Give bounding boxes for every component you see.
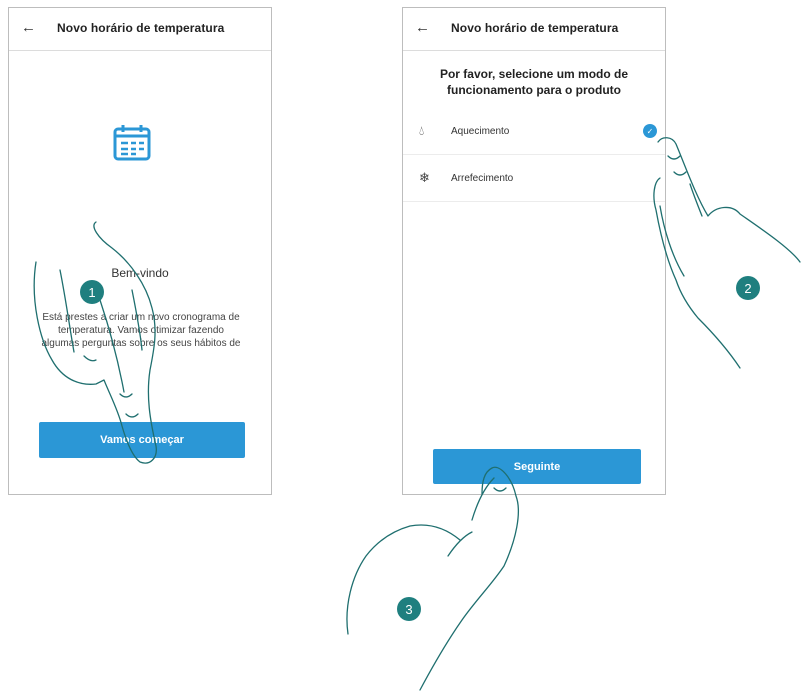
back-arrow-icon[interactable]: ← <box>415 19 430 37</box>
hand-2-detail <box>689 183 703 217</box>
phone-screen-welcome: ← Novo horário de temperatura Bem-vindo … <box>8 7 272 495</box>
back-arrow-icon[interactable]: ← <box>21 19 36 37</box>
step-marker-2: 2 <box>736 276 760 300</box>
intro-line: temperatura. Vamos otimizar fazendo <box>57 325 224 336</box>
hand-2-detail <box>667 155 681 160</box>
flame-icon: 💧︎ <box>419 123 425 138</box>
welcome-heading: Bem-vindo <box>111 266 169 280</box>
start-button[interactable]: Vamos começar <box>39 422 245 458</box>
mode-option-cooling[interactable]: ❄ Arrefecimento <box>403 155 665 202</box>
mode-prompt: Por favor, selecione um modo de funciona… <box>403 66 665 98</box>
hand-2-outline <box>653 177 741 369</box>
intro-line: Está prestes a criar um novo cronograma … <box>42 312 240 323</box>
snowflake-icon: ❄ <box>419 170 430 185</box>
mode-label: Aquecimento <box>451 125 510 137</box>
hand-2-outline <box>657 137 801 263</box>
page-title: Novo horário de temperatura <box>451 21 619 35</box>
page-title: Novo horário de temperatura <box>57 21 225 35</box>
hand-3-detail <box>447 531 473 557</box>
step-marker-3: 3 <box>397 597 421 621</box>
top-bar: ← Novo horário de temperatura <box>9 8 271 51</box>
intro-text: Está prestes a criar um novo cronograma … <box>15 311 267 350</box>
step-marker-1: 1 <box>80 280 104 304</box>
hand-3-outline <box>419 466 519 691</box>
check-icon: ✓ <box>643 124 657 138</box>
hand-2-detail <box>673 171 687 176</box>
mode-option-heating[interactable]: 💧︎ Aquecimento ✓ <box>403 108 665 155</box>
prompt-line: Por favor, selecione um modo de <box>439 67 629 81</box>
prompt-line: funcionamento para o produto <box>447 83 621 97</box>
calendar-icon <box>113 125 151 161</box>
next-button[interactable]: Seguinte <box>433 449 641 484</box>
mode-label: Arrefecimento <box>451 172 514 184</box>
top-bar: ← Novo horário de temperatura <box>403 8 665 51</box>
intro-line: algumas perguntas sobre os seus hábitos … <box>41 338 241 349</box>
phone-screen-mode-select: ← Novo horário de temperatura Por favor,… <box>402 7 666 495</box>
